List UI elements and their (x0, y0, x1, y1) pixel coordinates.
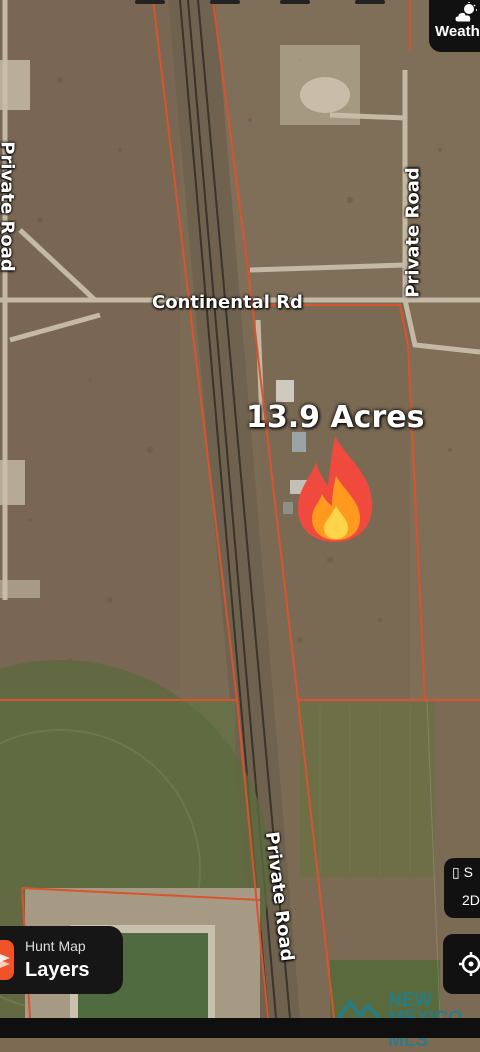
map-style-label: ▯ S (452, 864, 473, 880)
cloud-sun-icon (454, 2, 477, 23)
road-label-private-right: Private Road (402, 167, 424, 298)
road-label-private-left: Private Road (0, 141, 18, 272)
hunt-map-layers-button[interactable]: Hunt Map Layers (0, 926, 123, 994)
weather-button[interactable]: Weath (429, 0, 480, 52)
layers-label: Layers (25, 959, 90, 981)
weather-label: Weath (435, 23, 480, 40)
bottom-bar (0, 1018, 480, 1038)
fire-icon (297, 436, 373, 542)
map-mode-label: 2D (462, 892, 480, 908)
road-label-continental: Continental Rd (152, 292, 303, 313)
map-style-button[interactable]: ▯ S 2D (444, 858, 480, 918)
layers-icon (0, 940, 14, 980)
hunt-map-label: Hunt Map (25, 938, 86, 954)
crosshair-icon (459, 952, 480, 976)
parcel-acres-label: 13.9 Acres (246, 400, 425, 435)
satellite-map[interactable] (0, 0, 480, 1038)
